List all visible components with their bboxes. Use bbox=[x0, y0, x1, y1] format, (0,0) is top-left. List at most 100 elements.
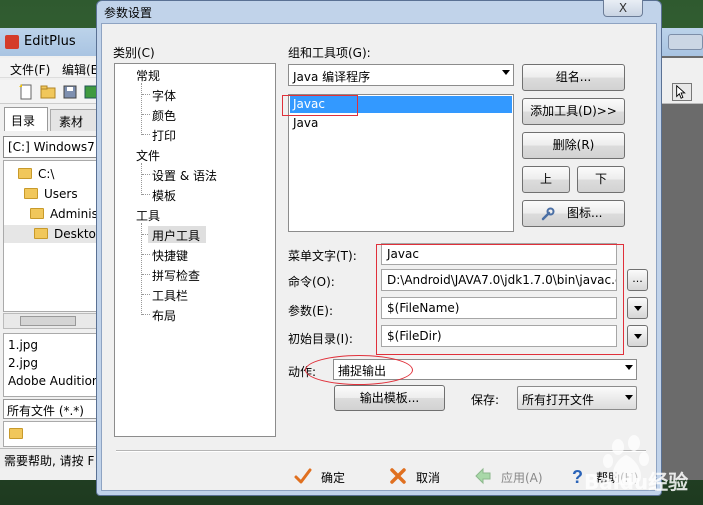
list-item[interactable]: Adobe Audition bbox=[8, 374, 99, 388]
scrollbar-thumb[interactable] bbox=[20, 316, 76, 326]
group-select[interactable]: Java 编译程序 bbox=[288, 64, 514, 86]
file-list: 1.jpg 2.jpg Adobe Audition bbox=[3, 333, 100, 397]
category-general[interactable]: 常规 bbox=[136, 67, 160, 84]
watermark-text: Baidu经验 bbox=[584, 470, 688, 494]
editplus-title: EditPlus bbox=[24, 34, 76, 49]
menu-edit[interactable]: 编辑(E bbox=[62, 61, 98, 78]
tree-connector bbox=[142, 314, 150, 315]
category-file[interactable]: 文件 bbox=[136, 147, 160, 164]
category-print[interactable]: 打印 bbox=[152, 127, 176, 144]
open-folder-icon[interactable] bbox=[40, 84, 56, 100]
arguments-dropdown-button[interactable] bbox=[627, 297, 648, 319]
tree-connector bbox=[142, 294, 150, 295]
tree-item-selected[interactable]: Deskto bbox=[4, 225, 99, 243]
baidu-watermark-logo: Baidu经验 bbox=[584, 435, 688, 494]
list-item[interactable]: 1.jpg bbox=[8, 338, 38, 352]
folder-icon bbox=[24, 188, 38, 199]
ok-button[interactable]: 确定 bbox=[293, 466, 363, 486]
delete-button[interactable]: 删除(R) bbox=[522, 132, 625, 159]
tree-connector bbox=[142, 114, 150, 115]
icon-button-label: 图标... bbox=[567, 206, 603, 220]
icon-button[interactable]: 图标... bbox=[522, 200, 625, 227]
annotation-highlight-ellipse bbox=[305, 355, 413, 385]
background-window-menubar bbox=[658, 58, 703, 80]
category-layout[interactable]: 布局 bbox=[152, 307, 176, 324]
output-template-button[interactable]: 输出模板... bbox=[334, 385, 445, 411]
category-color[interactable]: 颜色 bbox=[152, 107, 176, 124]
group-label: 组和工具项(G): bbox=[288, 46, 371, 60]
browse-button[interactable]: ... bbox=[627, 269, 648, 291]
menu-file[interactable]: 文件(F) bbox=[10, 61, 50, 78]
tree-connector bbox=[142, 174, 150, 175]
annotation-highlight-box bbox=[282, 95, 358, 116]
tree-item[interactable]: Adminis bbox=[30, 207, 98, 221]
move-down-button[interactable]: 下 bbox=[577, 166, 625, 193]
menu-text-label: 菜单文字(T): bbox=[288, 249, 357, 263]
folder-icon bbox=[30, 208, 44, 219]
editplus-app-icon bbox=[5, 35, 19, 49]
chevron-down-icon bbox=[634, 306, 642, 311]
annotation-highlight-box bbox=[376, 244, 624, 355]
category-shortcuts[interactable]: 快捷键 bbox=[152, 247, 188, 264]
ok-label: 确定 bbox=[321, 471, 346, 485]
editplus-bottom-panel bbox=[3, 421, 100, 447]
category-label: 类别(C) bbox=[113, 46, 155, 60]
wrench-icon bbox=[541, 207, 555, 221]
cross-icon bbox=[390, 468, 406, 484]
category-template[interactable]: 模板 bbox=[152, 187, 176, 204]
add-tool-button[interactable]: 添加工具(D)>> bbox=[522, 98, 625, 125]
status-bar: 需要帮助, 请按 F bbox=[0, 448, 100, 468]
cancel-label: 取消 bbox=[416, 471, 441, 485]
arguments-label: 参数(E): bbox=[288, 304, 333, 318]
tree-connector bbox=[141, 223, 142, 315]
tree-connector bbox=[142, 194, 150, 195]
folder-icon bbox=[34, 228, 48, 239]
close-button[interactable]: X bbox=[603, 0, 643, 17]
tree-connector bbox=[141, 163, 142, 195]
save-label: 保存: bbox=[471, 393, 500, 407]
cancel-button[interactable]: 取消 bbox=[388, 466, 458, 486]
folder-icon bbox=[18, 168, 32, 179]
tree-connector bbox=[142, 94, 150, 95]
tool-item[interactable]: Java bbox=[290, 114, 512, 131]
tab-cliptext[interactable]: 素材 bbox=[50, 109, 98, 131]
category-user-tools[interactable]: 用户工具 bbox=[152, 227, 200, 244]
file-filter-select[interactable]: 所有文件 (*.*) bbox=[3, 399, 100, 419]
group-select-value: Java 编译程序 bbox=[293, 70, 371, 84]
category-font[interactable]: 字体 bbox=[152, 87, 176, 104]
pointer-help-icon[interactable] bbox=[672, 83, 692, 101]
tree-connector bbox=[142, 254, 150, 255]
chevron-down-icon bbox=[625, 365, 633, 370]
initial-directory-label: 初始目录(I): bbox=[288, 332, 353, 346]
tree-item[interactable]: Users bbox=[24, 187, 78, 201]
category-tree bbox=[114, 63, 276, 437]
directory-tree: C:\ Users Adminis Deskto bbox=[3, 160, 100, 312]
tree-connector bbox=[141, 83, 142, 135]
category-toolbar[interactable]: 工具栏 bbox=[152, 287, 188, 304]
dialog-title: 参数设置 bbox=[104, 6, 153, 20]
move-up-button[interactable]: 上 bbox=[522, 166, 570, 193]
checkmark-icon bbox=[294, 468, 312, 484]
save-icon[interactable] bbox=[62, 84, 78, 100]
save-select-value: 所有打开文件 bbox=[522, 393, 595, 407]
background-window-close-button[interactable] bbox=[668, 34, 703, 50]
dialog-separator bbox=[116, 450, 646, 452]
new-file-icon[interactable] bbox=[18, 84, 34, 100]
chevron-down-icon bbox=[625, 395, 633, 400]
category-tools[interactable]: 工具 bbox=[136, 207, 160, 224]
save-select[interactable]: 所有打开文件 bbox=[517, 386, 637, 410]
tree-item[interactable]: C:\ bbox=[18, 167, 54, 181]
group-name-button[interactable]: 组名... bbox=[522, 64, 625, 91]
apply-label: 应用(A) bbox=[501, 471, 543, 485]
apply-button[interactable]: 应用(A) bbox=[473, 466, 553, 486]
tab-directory[interactable]: 目录 bbox=[4, 107, 48, 131]
category-settings-syntax[interactable]: 设置 & 语法 bbox=[152, 167, 217, 184]
drive-select[interactable]: [C:] Windows7 bbox=[3, 136, 100, 158]
arrow-left-icon bbox=[475, 467, 491, 485]
list-item[interactable]: 2.jpg bbox=[8, 356, 38, 370]
command-label: 命令(O): bbox=[288, 275, 335, 289]
category-spell-check[interactable]: 拼写检查 bbox=[152, 267, 200, 284]
chevron-down-icon bbox=[502, 70, 510, 75]
directory-dropdown-button[interactable] bbox=[627, 325, 648, 347]
chevron-down-icon bbox=[634, 334, 642, 339]
